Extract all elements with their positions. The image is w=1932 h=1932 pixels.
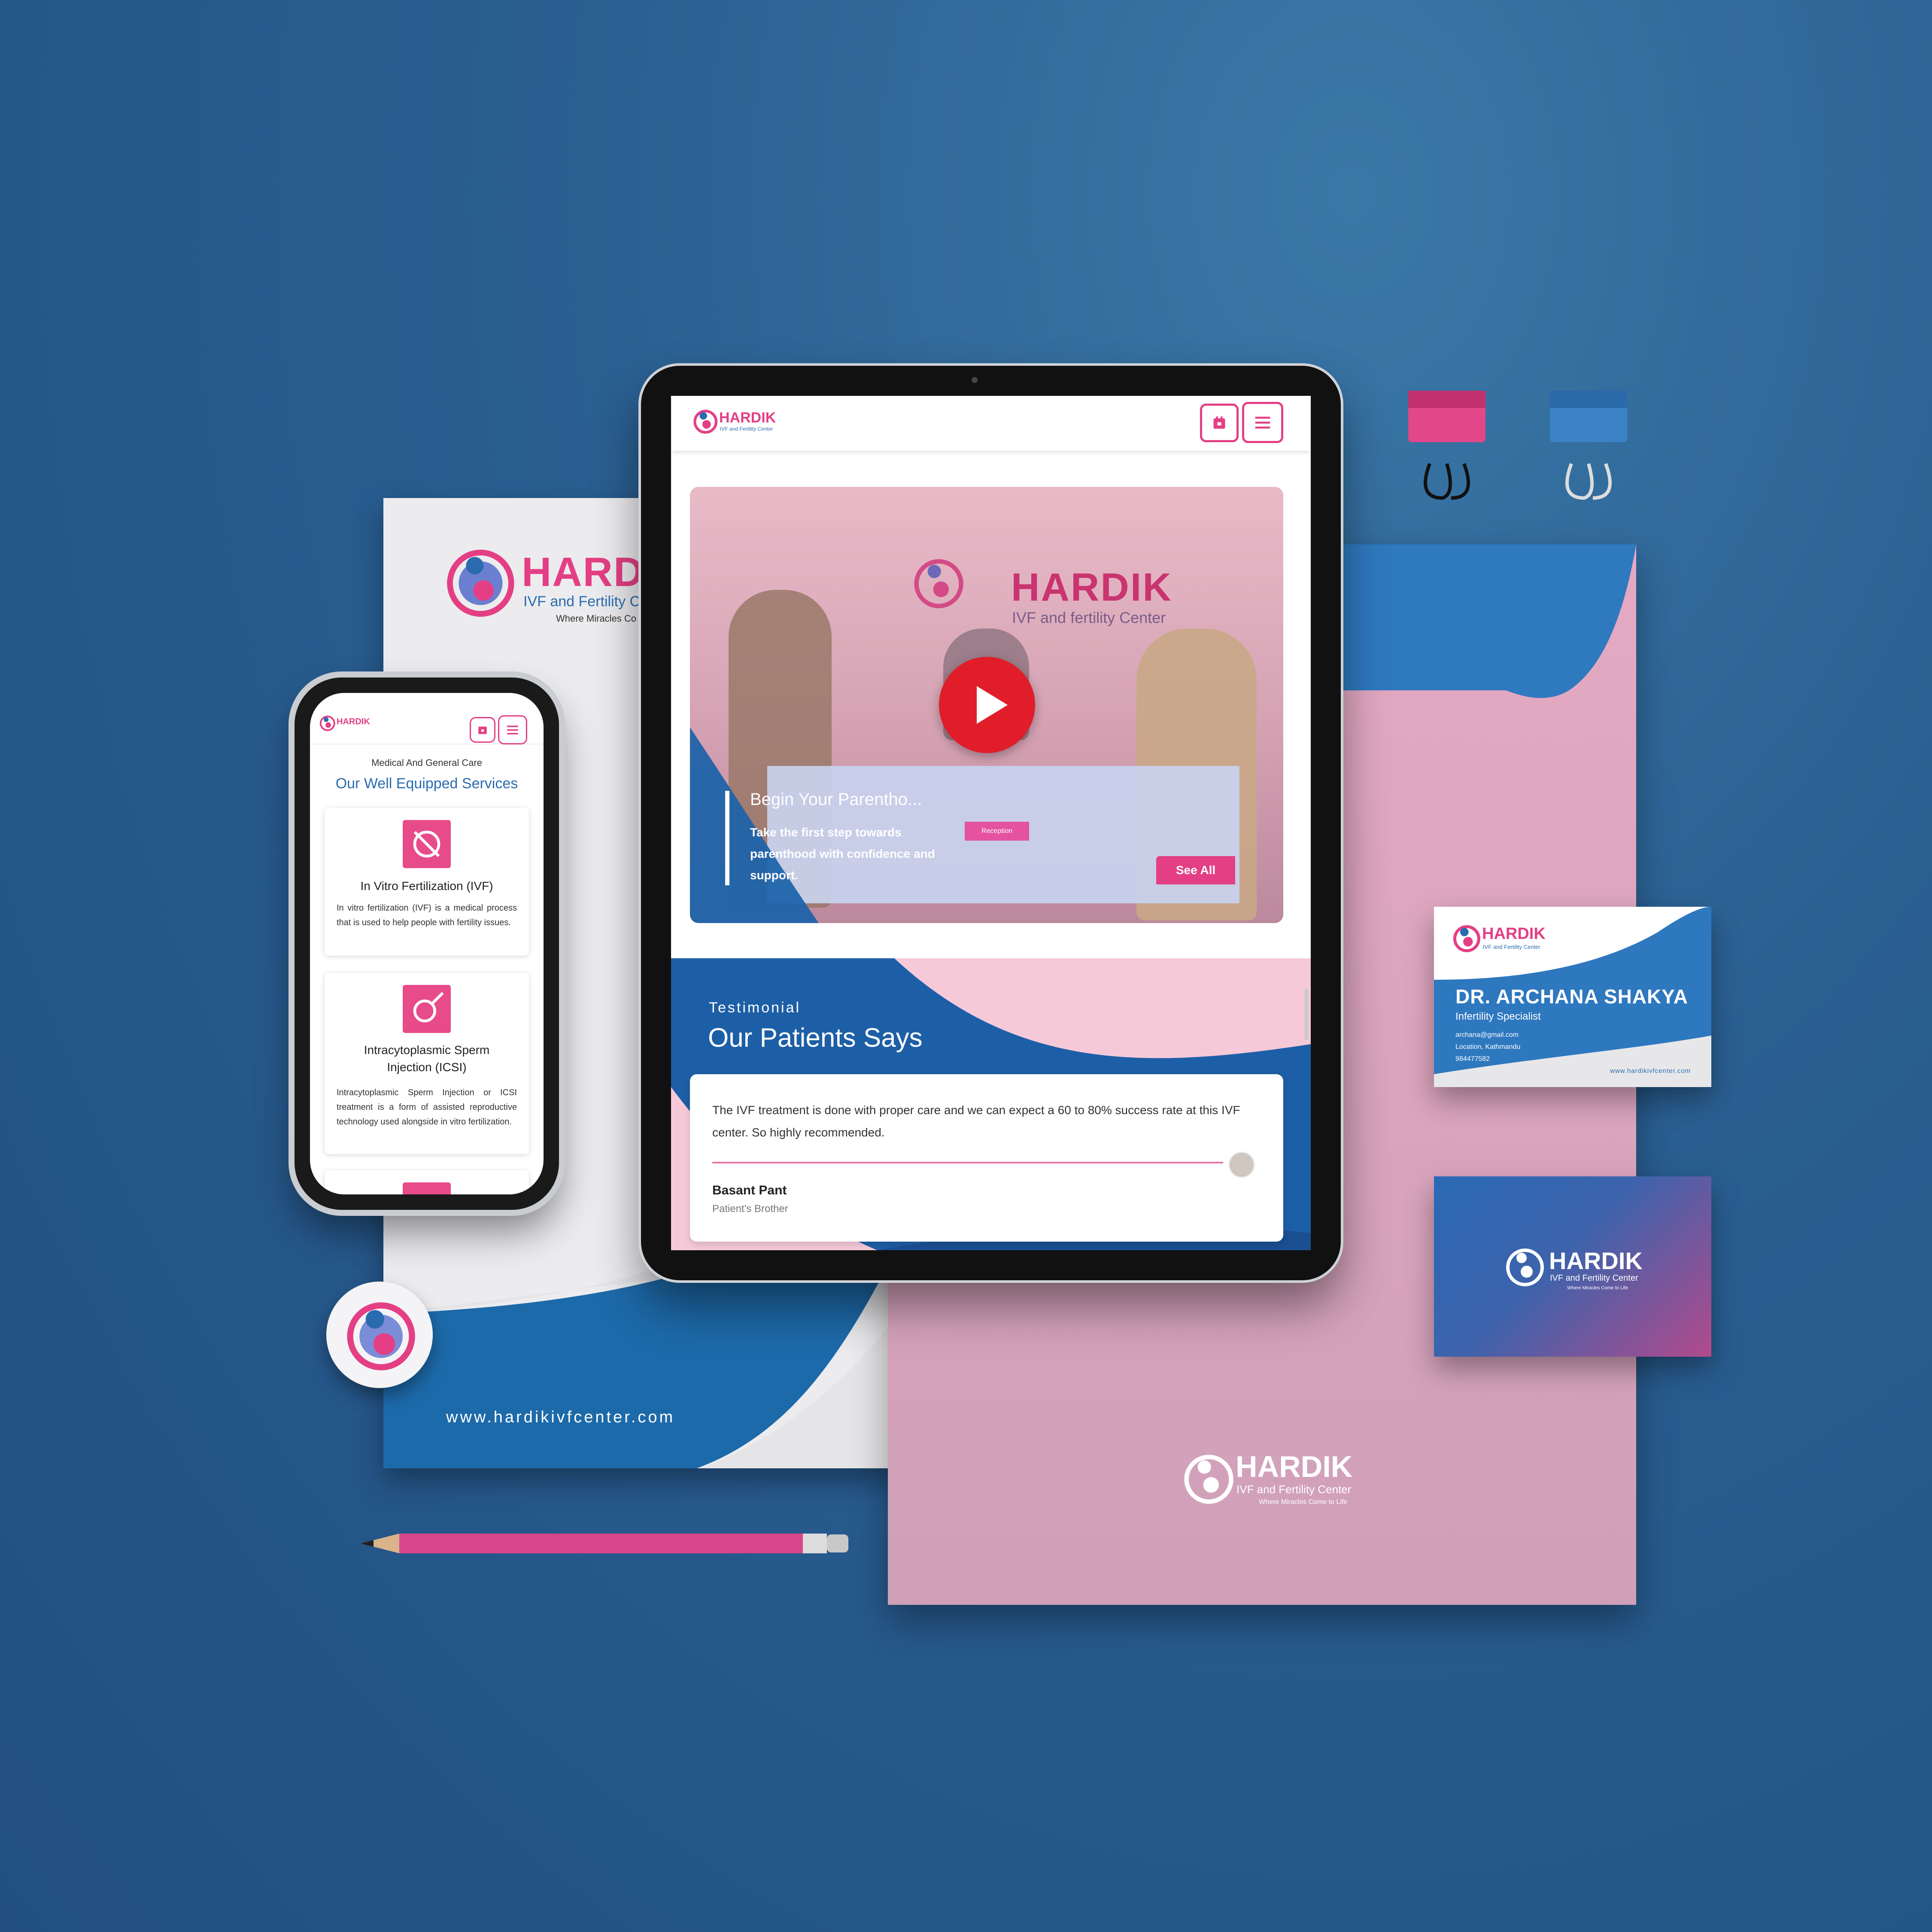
tablet-header: HARDIK IVF and Fertility Center xyxy=(671,396,1311,451)
card-back-logo-icon xyxy=(1506,1249,1544,1286)
blue-binder-clip xyxy=(1550,391,1627,500)
service-card-icsi[interactable]: Intracytoplasmic Sperm Injection (ICSI) … xyxy=(325,973,529,1154)
service-icon-partial xyxy=(403,1182,451,1194)
testimonial-divider xyxy=(712,1162,1223,1163)
service-card-next[interactable] xyxy=(325,1170,529,1194)
badge-logo-icon xyxy=(347,1302,415,1370)
letterhead-brand-subtitle: IVF and Fertility C xyxy=(523,593,641,610)
folder-brand-subtitle: IVF and Fertility Center xyxy=(1236,1483,1352,1496)
testimonial-heading: Our Patients Says xyxy=(708,1023,923,1053)
folder-brand-name: HARDIK xyxy=(1236,1450,1353,1483)
testimonial-author: Basant Pant xyxy=(712,1183,787,1197)
service-title: Intracytoplasmic Sperm Injection (ICSI) xyxy=(364,1043,490,1074)
phone-menu-button[interactable] xyxy=(498,715,527,744)
see-all-button[interactable]: See All xyxy=(1156,856,1235,884)
card-logo-icon xyxy=(1453,925,1480,952)
appointment-button[interactable] xyxy=(1200,404,1239,442)
calendar-icon xyxy=(1213,416,1225,429)
play-video-button[interactable] xyxy=(939,657,1035,753)
card-location: Location, Kathmandu xyxy=(1455,1043,1521,1051)
service-title: In Vitro Fertilization (IVF) xyxy=(360,879,493,893)
hero-accent-bar xyxy=(725,791,729,885)
service-card-ivf[interactable]: In Vitro Fertilization (IVF) In vitro fe… xyxy=(325,808,529,956)
hero-video-card[interactable]: HARDIK IVF and fertility Center Receptio… xyxy=(690,487,1283,923)
tablet-logo-subtitle: IVF and Fertility Center xyxy=(720,426,773,432)
tablet-logo-icon[interactable] xyxy=(692,408,718,434)
service-description: Intracytoplasmic Sperm Injection or ICSI… xyxy=(337,1088,517,1127)
tablet-device: HARDIK IVF and Fertility Center HARDIK I… xyxy=(641,366,1341,1280)
ivf-icon xyxy=(403,820,451,868)
card-back-brand-name: HARDIK xyxy=(1549,1247,1643,1274)
business-card-back: HARDIK IVF and Fertility Center Where Mi… xyxy=(1434,1176,1711,1357)
menu-icon xyxy=(507,726,518,735)
hero-subtext: Take the first step towards parenthood w… xyxy=(750,826,935,882)
phone-logo-name[interactable]: HARDIK xyxy=(337,717,370,727)
phone-device: HARDIK Medical And General Care Our Well… xyxy=(295,677,559,1210)
card-brand-subtitle: IVF and Fertility Center xyxy=(1483,944,1540,950)
services-eyebrow: Medical And General Care xyxy=(371,757,483,768)
folder-tagline: Where Miracles Come to Life xyxy=(1259,1498,1348,1506)
tablet-scrollbar[interactable] xyxy=(1305,988,1308,1040)
testimonial-eyebrow: Testimonial xyxy=(709,999,801,1016)
icsi-icon xyxy=(403,985,451,1033)
card-email: archana@gmail.com xyxy=(1455,1031,1519,1039)
service-description: In vitro fertilization (IVF) is a medica… xyxy=(337,903,517,927)
play-icon xyxy=(977,686,1008,724)
testimonial-section: Testimonial Our Patients Says The IVF tr… xyxy=(671,958,1311,1250)
menu-button[interactable] xyxy=(1242,402,1283,443)
card-back-tagline: Where Miracles Come to Life xyxy=(1567,1285,1628,1291)
hero-heading: Begin Your Parentho... xyxy=(750,790,922,809)
testimonial-card[interactable]: The IVF treatment is done with proper ca… xyxy=(690,1074,1283,1242)
testimonial-author-relation: Patient's Brother xyxy=(712,1203,788,1215)
services-heading: Our Well Equipped Services xyxy=(335,775,518,792)
testimonial-avatar xyxy=(1228,1151,1255,1178)
phone-screen: HARDIK Medical And General Care Our Well… xyxy=(310,693,544,1194)
phone-logo-icon[interactable] xyxy=(319,714,336,732)
letterhead-logo-icon xyxy=(447,550,514,617)
phone-appointment-button[interactable] xyxy=(470,717,495,743)
letterhead-website: www.hardikivfcenter.com xyxy=(446,1408,675,1426)
tablet-camera xyxy=(972,377,978,383)
tablet-screen: HARDIK IVF and Fertility Center HARDIK I… xyxy=(671,396,1311,1250)
tablet-logo-name[interactable]: HARDIK xyxy=(719,410,776,426)
card-phone: 984477582 xyxy=(1455,1055,1490,1063)
card-person-role: Infertility Specialist xyxy=(1455,1011,1541,1022)
card-brand-name: HARDIK xyxy=(1482,925,1546,943)
folder-logo-icon xyxy=(1184,1455,1233,1504)
letterhead-tagline: Where Miracles Co xyxy=(556,613,637,624)
card-person-name: DR. ARCHANA SHAKYA xyxy=(1455,985,1688,1008)
calendar-icon xyxy=(478,726,487,734)
menu-icon xyxy=(1255,416,1270,429)
business-card-front: HARDIK IVF and Fertility Center DR. ARCH… xyxy=(1434,907,1711,1087)
card-website: www.hardikivfcenter.com xyxy=(1610,1067,1691,1075)
pencil xyxy=(361,1534,848,1553)
testimonial-quote: The IVF treatment is done with proper ca… xyxy=(712,1103,1240,1139)
pink-binder-clip xyxy=(1408,391,1485,500)
card-back-brand-subtitle: IVF and Fertility Center xyxy=(1550,1273,1638,1283)
logo-pin-badge xyxy=(326,1282,433,1388)
phone-header: HARDIK xyxy=(310,693,544,744)
